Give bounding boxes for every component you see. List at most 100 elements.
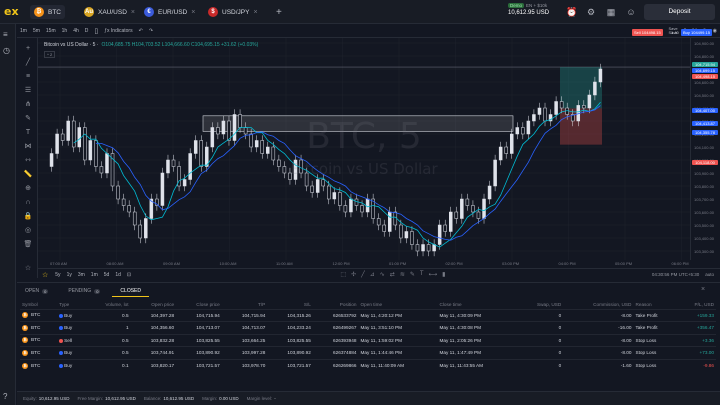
reason-cell: Take Profit — [633, 321, 677, 334]
range-5y[interactable]: 5y — [52, 272, 63, 278]
column-header[interactable]: P/L, USD — [677, 300, 716, 309]
gear-icon[interactable]: ⚙ — [586, 7, 596, 17]
timeframe-15m[interactable]: 15m — [43, 28, 59, 34]
pitchfork-icon[interactable]: ⋔ — [23, 100, 33, 110]
brush-icon[interactable]: ✎ — [23, 114, 33, 124]
column-header[interactable]: Close time — [437, 300, 516, 309]
timeframe-5m[interactable]: 5m — [30, 28, 43, 34]
text-icon[interactable]: T — [23, 128, 33, 138]
tab-pending[interactable]: PENDING 0 — [60, 285, 108, 297]
clock-timezone[interactable]: 04:30:56 PM UTC+5:30 — [652, 272, 705, 277]
timeframe-d[interactable]: D — [82, 28, 92, 34]
indicators-button[interactable]: ƒx Indicators — [101, 28, 135, 34]
buy-button[interactable]: Buy 104499.15 — [681, 29, 712, 36]
tp-cell: 103,997.28 — [221, 346, 268, 359]
line-icon[interactable]: ╱ — [361, 271, 365, 278]
user-icon[interactable]: ☺ — [626, 7, 636, 17]
candles-icon[interactable]: ▯ — [91, 27, 101, 35]
undo-icon[interactable]: ↶ — [136, 28, 146, 34]
range-1d[interactable]: 1d — [112, 272, 124, 278]
symbol-label: BTC — [31, 362, 41, 368]
horizontal-line-icon[interactable]: ≡ — [23, 72, 33, 82]
table-row[interactable]: ₿ BTC Buy 0.5 103,744.91 103,890.92 103,997.28… — [20, 346, 716, 359]
trend-line-icon[interactable]: ╱ — [23, 58, 33, 68]
shapes-icon[interactable]: ⊿ — [370, 271, 375, 278]
table-row[interactable]: ₿ BTC Buy 0.1 103,820.17 103,721.57 103,978.70… — [20, 358, 716, 372]
magnet-icon[interactable]: ∩ — [23, 198, 33, 208]
account-selector[interactable]: Demo EN + ​$10k 10,612.95 USD — [508, 3, 568, 21]
apps-grid-icon[interactable]: ▦ — [606, 7, 616, 17]
sell-button[interactable]: Sell 104498.15 — [632, 29, 663, 36]
tab-usdjpy[interactable]: $ USD/JPY × — [204, 5, 262, 19]
redo-icon[interactable]: ↷ — [146, 28, 156, 34]
column-header[interactable]: Open price — [131, 300, 177, 309]
column-header[interactable]: Reason — [633, 300, 676, 309]
tab-xauusd[interactable]: Au XAU/USD × — [80, 5, 139, 19]
column-header[interactable]: Open time — [358, 300, 437, 309]
fib-icon[interactable]: ☰ — [23, 86, 33, 96]
time-axis-label: 03:00 PM — [502, 261, 520, 266]
open-cell: 103,820.17 — [130, 358, 177, 372]
text-icon[interactable]: T — [420, 271, 424, 278]
close-icon[interactable]: × — [131, 9, 135, 16]
trash-icon[interactable]: 🗑 — [23, 240, 33, 250]
date-range-icon[interactable]: ⊡ — [124, 272, 134, 278]
column-header[interactable]: Close price — [176, 300, 222, 309]
brush-icon[interactable]: ✎ — [410, 271, 415, 278]
fib-icon[interactable]: ≋ — [400, 271, 405, 278]
indicator-collapse[interactable]: ^ 2 — [44, 51, 56, 58]
lock-icon[interactable]: 🔒 — [23, 212, 33, 222]
timeframe-1m[interactable]: 1m — [17, 28, 30, 34]
close-icon[interactable]: × — [253, 9, 257, 16]
close-icon[interactable]: × — [191, 9, 195, 16]
table-row[interactable]: ₿ BTC Sell 0.5 103,832.28 103,825.55 103,664.2… — [20, 333, 716, 347]
arrows-icon[interactable]: ⇄ — [390, 271, 395, 278]
orders-list-icon[interactable]: ≡ — [3, 30, 8, 39]
timeframe-1h[interactable]: 1h — [59, 28, 71, 34]
column-header[interactable]: T/P — [222, 300, 268, 309]
timeframe-4h[interactable]: 4h — [70, 28, 82, 34]
tab-closed[interactable]: CLOSED — [112, 285, 149, 297]
table-row[interactable]: ₿ BTC Buy 0.5 104,397.28 104,715.94 104,715.94… — [20, 308, 716, 322]
measure-icon[interactable]: ⟷ — [429, 271, 438, 278]
star-icon[interactable]: ☆ — [23, 264, 33, 274]
hide-icon[interactable]: ◎ — [23, 226, 33, 236]
column-header[interactable]: Swap, USD — [516, 300, 563, 309]
crosshair-icon[interactable]: ✢ — [351, 271, 356, 278]
ruler-icon[interactable]: 📏 — [23, 170, 33, 180]
range-5d[interactable]: 5d — [101, 272, 113, 278]
brand-logo[interactable]: ex — [4, 5, 19, 18]
tab-eurusd[interactable]: € EUR/USD × — [140, 5, 199, 19]
range-1y[interactable]: 1y — [64, 272, 75, 278]
close-panel-icon[interactable]: × — [701, 286, 705, 293]
add-tab-button[interactable]: + — [272, 5, 286, 19]
gold-icon: Au — [84, 7, 94, 17]
bars-icon[interactable]: ▮ — [442, 271, 445, 278]
wave-icon[interactable]: ∿ — [380, 271, 385, 278]
zoom-icon[interactable]: ⊕ — [23, 184, 33, 194]
tab-btc[interactable]: ₿ BTC — [30, 5, 65, 19]
range-1m[interactable]: 1m — [88, 272, 101, 278]
measure-icon[interactable]: ⇿ — [23, 156, 33, 166]
column-header[interactable]: Volume, lot — [85, 300, 130, 309]
price-chart[interactable]: BTC, 5 Bitcoin vs US Dollar — [38, 38, 690, 260]
auto-scale-toggle[interactable]: auto — [705, 272, 720, 277]
table-row[interactable]: ₿ BTC Buy 1 104,356.60 104,713.07 104,713.07 10… — [20, 321, 716, 334]
tab-open[interactable]: OPEN 0 — [17, 285, 56, 297]
range-3m[interactable]: 3m — [75, 272, 88, 278]
crosshair-icon[interactable]: + — [23, 44, 33, 54]
favorite-star-icon[interactable]: ☆ — [38, 271, 52, 279]
history-clock-icon[interactable]: ◷ — [3, 46, 10, 55]
time-axis[interactable]: 07:00 AM 08:00 AM 09:00 AM 10:00 AM 11:00 AM… — [38, 260, 690, 268]
column-header[interactable]: Commission, USD — [563, 300, 633, 309]
time-axis-label: 11:00 AM — [276, 261, 293, 266]
alarm-clock-icon[interactable]: ⏰ — [566, 7, 577, 17]
column-header[interactable]: Symbol — [20, 300, 57, 309]
select-icon[interactable]: ⬚ — [340, 271, 346, 278]
deposit-button[interactable]: Deposit — [644, 4, 715, 20]
column-header[interactable]: Type — [57, 300, 85, 309]
pattern-icon[interactable]: ⋈ — [23, 142, 33, 152]
help-icon[interactable]: ? — [3, 392, 7, 401]
column-header[interactable]: S/L — [267, 300, 313, 309]
column-header[interactable]: Position — [313, 300, 359, 309]
